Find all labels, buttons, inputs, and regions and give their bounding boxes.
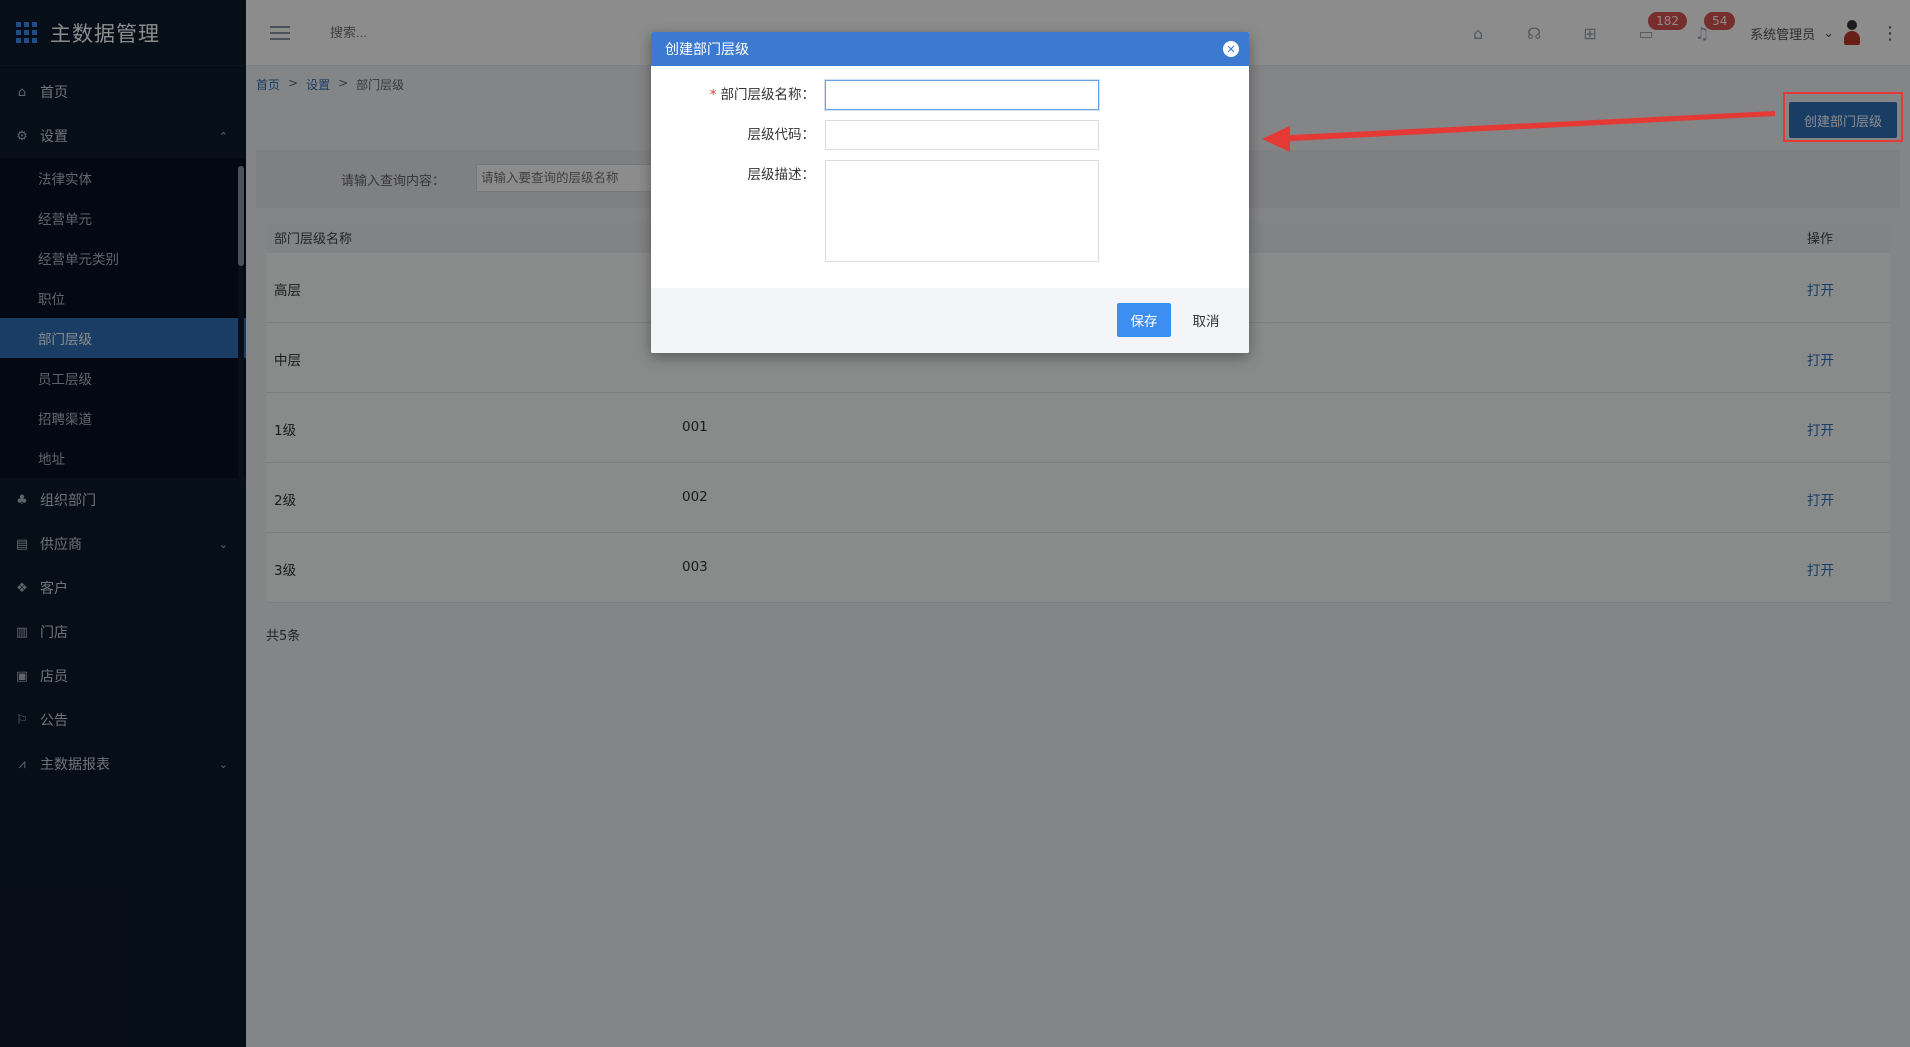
form-row-name: * 部门层级名称： — [651, 80, 1099, 110]
name-field-label: * 部门层级名称： — [709, 87, 815, 103]
create-dept-level-dialog: 创建部门层级 ✕ * 部门层级名称： 层级代码： 层级描述： 保存 取消 — [651, 32, 1249, 353]
close-icon[interactable]: ✕ — [1223, 41, 1239, 57]
dialog-body: * 部门层级名称： 层级代码： 层级描述： — [651, 66, 1249, 288]
desc-field-label: 层级描述： — [747, 167, 816, 183]
dialog-title: 创建部门层级 — [665, 42, 749, 58]
required-mark: * — [709, 87, 717, 103]
dept-level-name-field[interactable] — [825, 80, 1099, 110]
dialog-footer: 保存 取消 — [651, 288, 1249, 353]
save-button[interactable]: 保存 — [1117, 303, 1171, 337]
code-field-label: 层级代码： — [747, 127, 816, 143]
level-code-field[interactable] — [825, 120, 1099, 150]
level-description-field[interactable] — [825, 160, 1099, 262]
annotation-highlight-box — [1783, 92, 1903, 142]
form-row-code: 层级代码： — [651, 120, 1099, 150]
form-row-desc: 层级描述： — [651, 160, 1099, 262]
dialog-header: 创建部门层级 ✕ — [651, 32, 1249, 66]
cancel-button[interactable]: 取消 — [1179, 303, 1233, 337]
